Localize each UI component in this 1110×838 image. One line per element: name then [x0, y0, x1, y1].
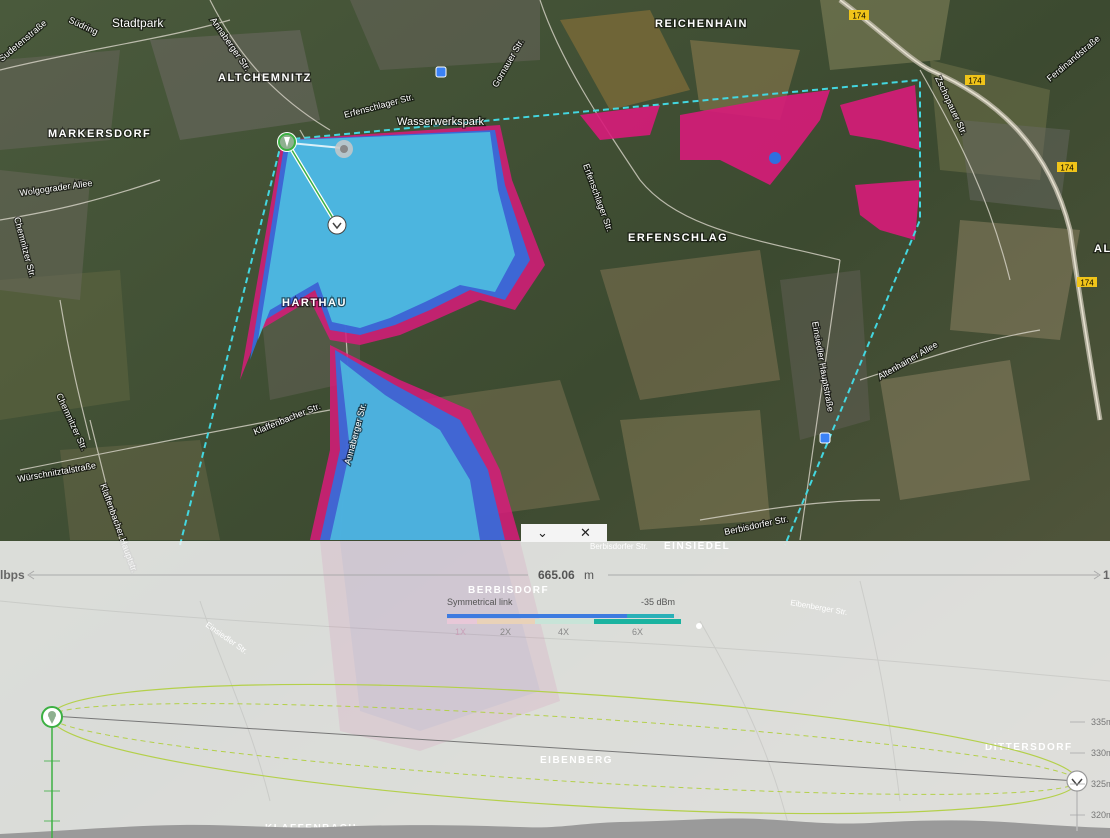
svg-text:174: 174	[1060, 164, 1074, 173]
label-faded-place: BERBISDORF	[468, 585, 549, 596]
right-station-icon[interactable]	[1066, 770, 1088, 792]
distance-value: 665.06	[538, 568, 575, 582]
altitude-label-320: 320m	[1091, 810, 1110, 820]
legend-4x-segment	[535, 619, 594, 624]
throughput-edge-left: lbps	[0, 568, 25, 582]
faded-map-underlay: KLAFFENBACH EIBENBERG DITTERSDORF EINSIE…	[0, 541, 1110, 838]
close-icon[interactable]: ✕	[564, 524, 607, 542]
legend-tick-2x: 2X	[500, 627, 512, 637]
label-wasserwerkspark: Wasserwerkspark	[397, 116, 484, 128]
street-label: Berbisdorfer Str.	[590, 542, 648, 551]
label-reichenhain: REICHENHAIN	[655, 18, 748, 30]
street-label: Eibenberger Str.	[790, 598, 848, 617]
label-eibenberg: EIBENBERG	[540, 755, 613, 766]
legend-title: Symmetrical link	[447, 597, 513, 607]
street-label: Einsiedler Str.	[204, 620, 250, 656]
label-einsiedel: EINSIEDEL	[664, 541, 730, 552]
legend-tick-4x: 4X	[558, 627, 570, 637]
altitude-label-330: 330m	[1091, 748, 1110, 758]
label-markersdorf: MARKERSDORF	[48, 128, 151, 140]
legend-1x-segment	[447, 619, 477, 624]
throughput-edge-right: 1	[1103, 568, 1110, 582]
station-marker-secondary[interactable]	[335, 140, 353, 158]
label-erfenschlag: ERFENSCHLAG	[628, 232, 728, 244]
legend-tick-1x: 1X	[455, 627, 467, 637]
label-edge-al: ALI	[1094, 243, 1110, 255]
legend-2x-segment	[477, 619, 535, 624]
label-harthau: HARTHAU	[282, 297, 347, 309]
svg-text:174: 174	[968, 77, 982, 86]
legend-marker	[696, 623, 702, 629]
distance-unit: m	[584, 568, 594, 582]
chevron-down-icon[interactable]: ⌄	[521, 524, 564, 542]
fresnel-zone-inner	[50, 703, 1078, 795]
label-altchemnitz: ALTCHEMNITZ	[218, 72, 312, 84]
client-station-marker[interactable]	[327, 215, 347, 235]
legend-signal-bar	[447, 614, 627, 618]
svg-text:174: 174	[852, 12, 866, 21]
link-profile-panel: KLAFFENBACH EIBENBERG DITTERSDORF EINSIE…	[0, 541, 1110, 838]
left-station-icon[interactable]	[41, 706, 63, 728]
label-stadtpark: Stadtpark	[112, 16, 164, 30]
panel-tab-controls: ⌄ ✕	[521, 524, 607, 542]
fresnel-zone	[50, 683, 1078, 815]
legend-tick-6x: 6X	[632, 627, 644, 637]
altitude-label-335: 335m	[1091, 717, 1110, 727]
terrain-profile	[0, 818, 1110, 838]
legend-6x-segment	[594, 619, 681, 624]
label-dittersdorf: DITTERSDORF	[985, 742, 1073, 753]
legend-signal-value: -35 dBm	[641, 597, 676, 607]
svg-text:174: 174	[1080, 279, 1094, 288]
altitude-label-325: 325m	[1091, 779, 1110, 789]
distance-row: lbps 665.06 m 1	[0, 568, 1110, 584]
access-point-marker[interactable]	[277, 132, 297, 152]
